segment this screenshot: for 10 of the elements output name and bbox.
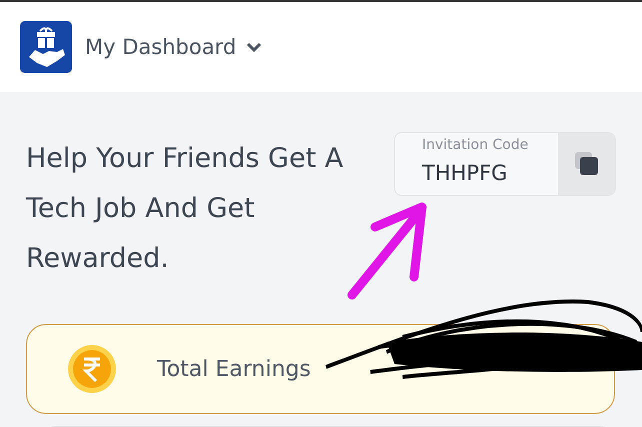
chevron-down-icon[interactable] — [246, 42, 262, 52]
invitation-code-field[interactable]: Invitation Code THHPFG — [394, 132, 616, 196]
referral-heading: Help Your Friends Get A Tech Job And Get Rewarded. — [26, 142, 344, 276]
code-value: THHPFG — [422, 161, 508, 185]
copy-button[interactable] — [558, 133, 615, 195]
field-label: Invitation Code — [422, 137, 530, 153]
dashboard-title[interactable]: My Dashboard — [85, 35, 236, 59]
earnings-label: Total Earnings — [157, 356, 311, 382]
rupee-coin-icon — [67, 344, 117, 394]
copy-icon — [572, 150, 600, 178]
